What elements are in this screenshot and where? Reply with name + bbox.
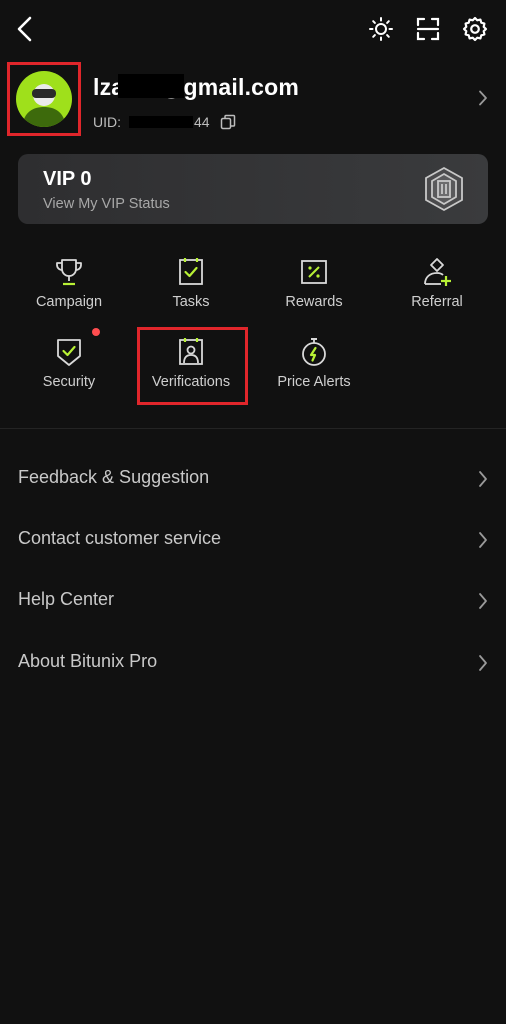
vip-status-card[interactable]: VIP 0 View My VIP Status bbox=[18, 154, 488, 224]
grid-label-campaign: Campaign bbox=[35, 294, 103, 310]
menu-label-about: About Bitunix Pro bbox=[18, 651, 158, 671]
menu-label-contact: Contact customer service bbox=[18, 528, 222, 548]
top-bar bbox=[0, 0, 506, 60]
chevron-right-icon bbox=[478, 531, 488, 554]
uid-label: UID: bbox=[93, 114, 121, 130]
task-check-icon bbox=[175, 256, 207, 288]
profile-header[interactable]: lza****@gmail.com UID: 44 bbox=[0, 62, 506, 138]
grid-security[interactable]: Security bbox=[9, 328, 129, 406]
chevron-right-icon bbox=[478, 470, 488, 493]
chevron-right-icon bbox=[478, 654, 488, 677]
gear-icon[interactable] bbox=[460, 14, 490, 44]
grid-price-alerts[interactable]: Price Alerts bbox=[254, 336, 374, 406]
menu-item-feedback[interactable]: Feedback & Suggestion bbox=[0, 455, 506, 505]
avatar[interactable] bbox=[7, 62, 81, 136]
grid-label-tasks: Tasks bbox=[172, 294, 210, 310]
grid-label-price-alerts: Price Alerts bbox=[277, 374, 351, 390]
grid-label-security: Security bbox=[42, 374, 96, 390]
add-user-icon bbox=[421, 256, 453, 288]
verifications-highlight bbox=[137, 327, 248, 405]
vip-level: VIP 0 bbox=[43, 168, 92, 190]
grid-tasks[interactable]: Tasks bbox=[131, 256, 251, 326]
menu-item-help[interactable]: Help Center bbox=[0, 577, 506, 627]
grid-referral[interactable]: Referral bbox=[377, 256, 497, 326]
section-divider bbox=[0, 428, 506, 429]
email-redaction bbox=[118, 74, 184, 98]
menu-item-contact[interactable]: Contact customer service bbox=[0, 516, 506, 566]
vip-subtitle: View My VIP Status bbox=[43, 196, 170, 212]
grid-rewards[interactable]: Rewards bbox=[254, 256, 374, 326]
reward-coupon-icon bbox=[298, 256, 330, 288]
uid-value: 44 bbox=[194, 114, 210, 130]
uid-row: UID: 44 bbox=[93, 114, 236, 130]
vip-badge-icon bbox=[422, 166, 466, 212]
stopwatch-icon bbox=[298, 336, 330, 368]
notification-dot bbox=[92, 328, 100, 336]
trophy-icon bbox=[53, 256, 85, 288]
menu-item-about[interactable]: About Bitunix Pro bbox=[0, 639, 506, 689]
uid-redaction bbox=[129, 116, 193, 128]
avatar-icon bbox=[16, 71, 72, 127]
scan-icon[interactable] bbox=[413, 14, 443, 44]
profile-page: lza****@gmail.com UID: 44 VIP 0 View My … bbox=[0, 0, 506, 1024]
grid-campaign[interactable]: Campaign bbox=[9, 256, 129, 326]
shield-icon bbox=[53, 336, 85, 368]
chevron-right-icon bbox=[478, 592, 488, 615]
grid-label-rewards: Rewards bbox=[285, 294, 343, 310]
copy-icon[interactable] bbox=[220, 114, 236, 130]
sun-icon[interactable] bbox=[366, 14, 396, 44]
chevron-right-icon bbox=[478, 90, 488, 111]
grid-label-referral: Referral bbox=[411, 294, 463, 310]
menu-label-feedback: Feedback & Suggestion bbox=[18, 467, 210, 487]
back-arrow-icon[interactable] bbox=[10, 14, 40, 44]
menu-label-help: Help Center bbox=[18, 589, 115, 609]
